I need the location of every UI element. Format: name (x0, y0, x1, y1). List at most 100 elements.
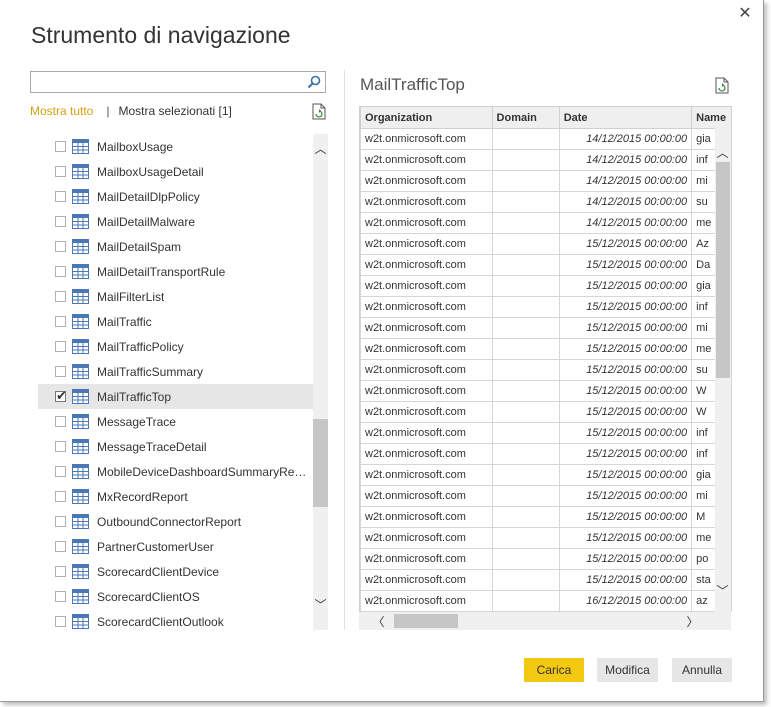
table-cell (491, 506, 560, 528)
tree-item-label: MessageTrace (97, 414, 176, 429)
table-cell (491, 359, 560, 381)
load-button[interactable]: Carica (524, 658, 584, 682)
table-cell: w2t.onmicrosoft.com (360, 548, 493, 570)
table-row: w2t.onmicrosoft.com 14/12/2015 00:00:00 su (360, 191, 732, 213)
item-checkbox[interactable] (55, 141, 66, 152)
tree-item[interactable]: PartnerCustomerUser (38, 534, 313, 559)
cancel-button[interactable]: Annulla (672, 658, 732, 682)
column-header[interactable]: Domain (491, 106, 560, 129)
tree-item-label: ScorecardClientDevice (97, 564, 220, 579)
tree-item[interactable]: MailDetailMalware (38, 209, 313, 234)
table-cell: 15/12/2015 00:00:00 (558, 506, 693, 528)
table-row: w2t.onmicrosoft.com 14/12/2015 00:00:00 gi… (360, 128, 732, 150)
grid-scroll-right-icon[interactable]: 〉 (685, 613, 700, 630)
grid-scroll-down-icon[interactable]: ﹀ (715, 582, 730, 599)
item-checkbox[interactable] (55, 191, 66, 202)
tree-item-label: MailboxUsageDetail (97, 164, 204, 179)
item-checkbox[interactable] (55, 166, 66, 177)
item-checkbox[interactable] (55, 291, 66, 302)
item-checkbox[interactable] (55, 241, 66, 252)
table-icon (72, 364, 89, 379)
grid-horizontal-scrollbar[interactable]: 〈 〉 (359, 612, 731, 630)
tree-item[interactable]: ScorecardClientDevice (38, 559, 313, 584)
preview-refresh-icon[interactable] (714, 77, 730, 94)
tree-item[interactable]: MailFilterList (38, 284, 313, 309)
item-checkbox[interactable] (55, 566, 66, 577)
column-header[interactable]: Organization (360, 106, 493, 129)
item-checkbox[interactable] (55, 441, 66, 452)
scroll-down-icon[interactable]: ﹀ (313, 596, 328, 613)
table-cell: w2t.onmicrosoft.com (360, 170, 493, 192)
item-checkbox[interactable] (55, 316, 66, 327)
tree-item[interactable]: MxRecordReport (38, 484, 313, 509)
grid-vertical-scrollbar[interactable]: ︿ ﹀ (715, 128, 731, 612)
table-cell: w2t.onmicrosoft.com (360, 128, 493, 150)
item-checkbox[interactable] (55, 491, 66, 502)
item-checkbox[interactable] (55, 466, 66, 477)
table-icon (72, 464, 89, 479)
table-cell: 15/12/2015 00:00:00 (558, 317, 693, 339)
grid-hscroll-thumb[interactable] (394, 614, 458, 628)
table-cell: w2t.onmicrosoft.com (360, 380, 493, 402)
tree-item[interactable]: ✔ MailTrafficTop (38, 384, 313, 409)
show-all-link[interactable]: Mostra tutto (30, 104, 93, 118)
tree-item[interactable]: MailboxUsage (38, 134, 313, 159)
preview-title: MailTrafficTop (360, 75, 465, 94)
filter-separator: | (106, 104, 110, 118)
tree-item[interactable]: MessageTrace (38, 409, 313, 434)
table-cell (491, 401, 560, 423)
tree-item[interactable]: MailTrafficSummary (38, 359, 313, 384)
tree-item-label: OutboundConnectorReport (97, 514, 242, 529)
tree-item[interactable]: MailDetailTransportRule (38, 259, 313, 284)
table-cell: 15/12/2015 00:00:00 (558, 296, 693, 318)
tree-item[interactable]: MailboxUsageDetail (38, 159, 313, 184)
item-checkbox[interactable] (55, 341, 66, 352)
column-header[interactable]: Name (691, 106, 732, 129)
item-checkbox[interactable] (55, 266, 66, 277)
tree-item-label: MobileDeviceDashboardSummaryRep... (97, 464, 309, 479)
table-icon (72, 289, 89, 304)
tree-item[interactable]: ScorecardClientOutlook (38, 609, 313, 630)
tree-item[interactable]: MailDetailSpam (38, 234, 313, 259)
show-selected-link[interactable]: Mostra selezionati [1] (118, 104, 231, 118)
item-checkbox[interactable]: ✔ (55, 389, 67, 402)
close-icon[interactable]: ✕ (736, 5, 754, 23)
table-cell: w2t.onmicrosoft.com (360, 149, 493, 171)
edit-button[interactable]: Modifica (597, 658, 658, 682)
scroll-up-icon[interactable]: ︿ (313, 140, 328, 157)
table-cell: 14/12/2015 00:00:00 (558, 128, 693, 150)
tree-item-label: ScorecardClientOS (97, 589, 200, 604)
tree-item[interactable]: MobileDeviceDashboardSummaryRep... (38, 459, 313, 484)
search-input[interactable] (31, 72, 309, 92)
tree-item[interactable]: MessageTraceDetail (38, 434, 313, 459)
table-cell: w2t.onmicrosoft.com (360, 506, 493, 528)
tree-item[interactable]: ScorecardClientOS (38, 584, 313, 609)
table-cell: 15/12/2015 00:00:00 (558, 380, 693, 402)
search-button[interactable] (303, 72, 325, 92)
item-checkbox[interactable] (55, 591, 66, 602)
tree-item[interactable]: OutboundConnectorReport (38, 509, 313, 534)
table-icon (72, 439, 89, 454)
tree-item[interactable]: MailDetailDlpPolicy (38, 184, 313, 209)
table-icon (72, 164, 89, 179)
item-checkbox[interactable] (55, 216, 66, 227)
refresh-icon[interactable] (311, 103, 327, 120)
item-checkbox[interactable] (55, 516, 66, 527)
item-checkbox[interactable] (55, 541, 66, 552)
item-checkbox[interactable] (55, 616, 66, 627)
table-cell: 14/12/2015 00:00:00 (558, 212, 693, 234)
grid-vscroll-thumb[interactable] (716, 162, 730, 378)
tree-scrollbar[interactable]: ︿ ﹀ (313, 134, 328, 630)
table-cell (491, 212, 560, 234)
column-header[interactable]: Date (558, 106, 693, 129)
table-row: w2t.onmicrosoft.com 15/12/2015 00:00:00 Az (360, 233, 732, 255)
item-checkbox[interactable] (55, 366, 66, 377)
grid-scroll-up-icon[interactable]: ︿ (715, 144, 730, 161)
item-checkbox[interactable] (55, 416, 66, 427)
tree-item[interactable]: MailTrafficPolicy (38, 334, 313, 359)
table-row: w2t.onmicrosoft.com 15/12/2015 00:00:00 su (360, 359, 732, 381)
table-cell (491, 527, 560, 549)
grid-scroll-left-icon[interactable]: 〈 (371, 613, 386, 630)
tree-scroll-thumb[interactable] (313, 419, 328, 507)
tree-item[interactable]: MailTraffic (38, 309, 313, 334)
